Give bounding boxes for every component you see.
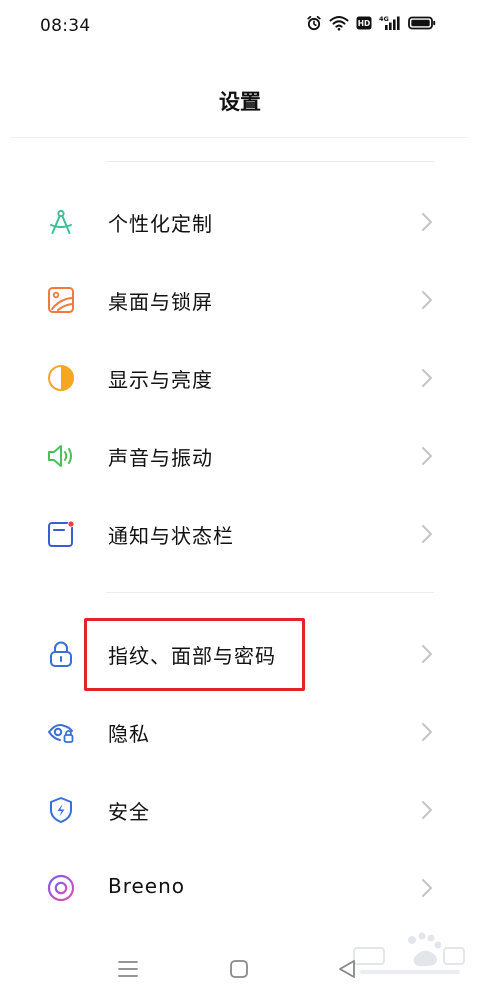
back-icon[interactable] [336,958,360,980]
header-divider [10,137,468,138]
compass-icon [46,207,76,237]
notification-icon [46,519,76,549]
status-bar: 08:34 HD 4G [0,0,480,52]
alarm-icon [307,15,321,31]
signal-4g-icon: 4G [379,15,400,30]
navigation-bar [0,950,480,988]
chevron-right-icon [422,213,432,231]
hd-icon: HD [356,16,372,30]
brightness-icon [46,363,76,393]
settings-item-personalization[interactable]: 个性化定制 [0,192,480,252]
settings-item-security[interactable]: 安全 [0,780,480,840]
chevron-right-icon [422,447,432,465]
status-time: 08:34 [40,16,91,36]
status-icons: HD 4G [306,15,436,31]
settings-item-privacy[interactable]: 隐私 [0,702,480,762]
chevron-right-icon [422,369,432,387]
hd-label: HD [358,19,371,28]
settings-item-label: Breeno [108,874,186,898]
chevron-right-icon [422,723,432,741]
battery-icon [408,16,436,30]
highlight-box [84,618,305,691]
settings-item-label: 桌面与锁屏 [108,290,213,314]
chevron-right-icon [422,525,432,543]
lock-icon [46,639,76,669]
page-title: 设置 [219,90,261,114]
settings-item-breeno[interactable]: Breeno [0,858,480,918]
chevron-right-icon [422,879,432,897]
settings-item-wallpaper-lockscreen[interactable]: 桌面与锁屏 [0,270,480,330]
settings-item-display-brightness[interactable]: 显示与亮度 [0,348,480,408]
settings-item-label: 安全 [108,800,150,824]
settings-item-label: 个性化定制 [108,212,213,236]
menu-icon[interactable] [116,958,140,980]
settings-item-label: 显示与亮度 [108,368,213,392]
shield-icon [46,795,76,825]
settings-item-sound-vibration[interactable]: 声音与振动 [0,426,480,486]
wallpaper-icon [46,285,76,315]
divider [106,592,434,593]
speaker-icon [46,441,76,471]
breeno-icon [46,873,76,903]
settings-item-label: 隐私 [108,722,150,746]
network-label: 4G [379,15,389,23]
privacy-eye-icon [46,717,76,747]
chevron-right-icon [422,645,432,663]
home-icon[interactable] [227,958,251,980]
divider [106,161,434,162]
chevron-right-icon [422,291,432,309]
settings-item-label: 声音与振动 [108,446,213,470]
chevron-right-icon [422,801,432,819]
wifi-icon [329,16,349,31]
settings-item-label: 通知与状态栏 [108,524,234,548]
settings-item-notifications-statusbar[interactable]: 通知与状态栏 [0,504,480,564]
